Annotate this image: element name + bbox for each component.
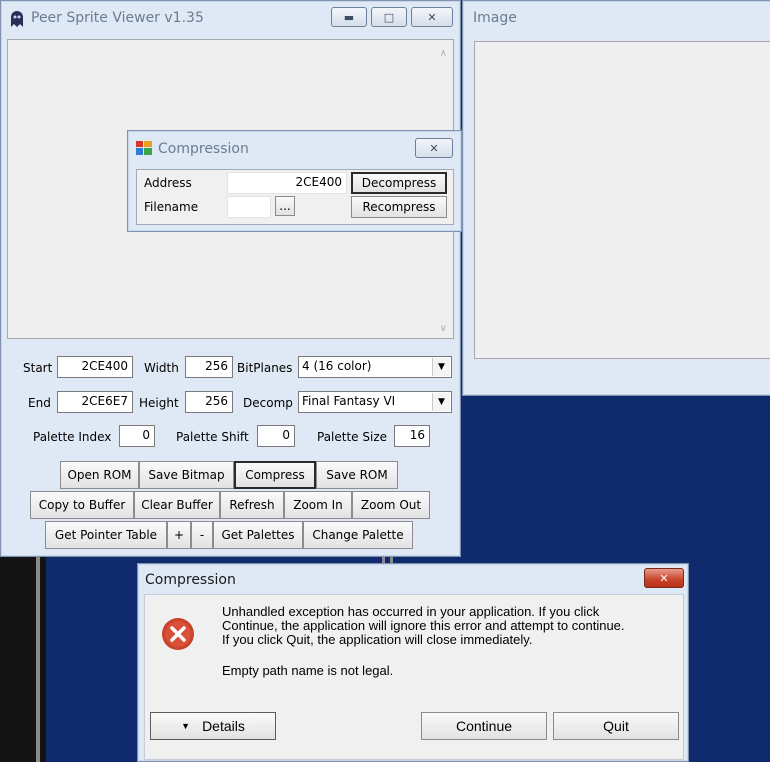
bitplanes-select[interactable]: 4 (16 color) ▼ [298, 356, 452, 378]
palette-size-label: Palette Size [317, 430, 388, 444]
viewer-title: Peer Sprite Viewer v1.35 [31, 10, 204, 26]
filename-label: Filename [144, 200, 199, 214]
compression-client: Address 2CE400 Filename ... Decompress R… [136, 169, 454, 225]
filename-input[interactable] [227, 196, 271, 218]
compression-title: Compression [158, 141, 249, 157]
chevron-down-icon[interactable]: ▼ [432, 393, 450, 411]
recompress-button[interactable]: Recompress [351, 196, 447, 218]
end-label: End [28, 396, 51, 410]
close-icon[interactable]: ✕ [411, 7, 453, 27]
error-x-icon [161, 617, 195, 654]
decomp-value: Final Fantasy VI [302, 394, 396, 408]
scroll-down-icon[interactable]: ∨ [440, 323, 447, 334]
compression-window[interactable]: Compression ✕ Address 2CE400 Filename ..… [127, 130, 462, 232]
save-bitmap-button[interactable]: Save Bitmap [139, 461, 234, 489]
palette-shift-label: Palette Shift [176, 430, 249, 444]
desktop-divider [36, 556, 40, 762]
address-label: Address [144, 176, 192, 190]
error-detail: Empty path name is not legal. [222, 663, 394, 678]
image-canvas [474, 41, 770, 359]
decomp-label: Decomp [243, 396, 293, 410]
details-label: Details [202, 718, 245, 734]
compression-titlebar[interactable]: Compression ✕ [128, 131, 461, 165]
address-input[interactable]: 2CE400 [227, 172, 347, 194]
copy-to-buffer-button[interactable]: Copy to Buffer [30, 491, 134, 519]
refresh-button[interactable]: Refresh [220, 491, 284, 519]
start-input[interactable]: 2CE400 [57, 356, 133, 378]
error-dialog[interactable]: Compression ✕ Unhandled exception has oc… [137, 563, 689, 762]
width-input[interactable]: 256 [185, 356, 233, 378]
height-label: Height [139, 396, 179, 410]
maximize-icon[interactable]: □ [371, 7, 407, 27]
zoom-out-button[interactable]: Zoom Out [352, 491, 430, 519]
window-icon [136, 141, 152, 159]
compress-button[interactable]: Compress [234, 461, 316, 489]
close-icon[interactable]: ✕ [415, 138, 453, 158]
decompress-button[interactable]: Decompress [351, 172, 447, 194]
width-label: Width [144, 361, 179, 375]
plus-button[interactable]: + [167, 521, 191, 549]
minus-button[interactable]: - [191, 521, 213, 549]
bitplanes-value: 4 (16 color) [302, 359, 372, 373]
error-message-line: Continue, the application will ignore th… [222, 618, 625, 633]
ghost-icon [8, 10, 26, 32]
error-message-line: Unhandled exception has occurred in your… [222, 604, 600, 619]
change-palette-button[interactable]: Change Palette [303, 521, 413, 549]
image-window-titlebar[interactable]: Image [463, 1, 770, 35]
start-label: Start [23, 361, 53, 375]
image-window-title: Image [473, 10, 517, 26]
save-rom-button[interactable]: Save ROM [316, 461, 398, 489]
error-message: Unhandled exception has occurred in your… [222, 605, 625, 678]
continue-button[interactable]: Continue [421, 712, 547, 740]
get-palettes-button[interactable]: Get Palettes [213, 521, 303, 549]
viewer-window[interactable]: Peer Sprite Viewer v1.35 ▬ □ ✕ ∧ ∨ Start… [0, 0, 461, 557]
open-rom-button[interactable]: Open ROM [60, 461, 139, 489]
chevron-down-icon: ▼ [181, 721, 191, 731]
close-icon[interactable]: ✕ [644, 568, 684, 588]
viewer-titlebar[interactable]: Peer Sprite Viewer v1.35 ▬ □ ✕ [1, 1, 460, 35]
bitplanes-label: BitPlanes [237, 361, 293, 375]
error-client: Unhandled exception has occurred in your… [144, 594, 684, 760]
zoom-in-button[interactable]: Zoom In [284, 491, 352, 519]
image-window[interactable]: Image [462, 0, 770, 396]
error-titlebar[interactable]: Compression ✕ [138, 564, 688, 594]
quit-button[interactable]: Quit [553, 712, 679, 740]
palette-size-input[interactable]: 16 [394, 425, 430, 447]
palette-index-label: Palette Index [33, 430, 112, 444]
palette-shift-input[interactable]: 0 [257, 425, 295, 447]
error-message-line: If you click Quit, the application will … [222, 632, 533, 647]
clear-buffer-button[interactable]: Clear Buffer [134, 491, 220, 519]
decomp-select[interactable]: Final Fantasy VI ▼ [298, 391, 452, 413]
minimize-icon[interactable]: ▬ [331, 7, 367, 27]
get-pointer-table-button[interactable]: Get Pointer Table [45, 521, 167, 549]
browse-button[interactable]: ... [275, 196, 295, 216]
chevron-down-icon[interactable]: ▼ [432, 358, 450, 376]
scroll-up-icon[interactable]: ∧ [440, 48, 447, 59]
details-button[interactable]: ▼ Details [150, 712, 276, 740]
height-input[interactable]: 256 [185, 391, 233, 413]
error-title: Compression [145, 572, 236, 588]
end-input[interactable]: 2CE6E7 [57, 391, 133, 413]
palette-index-input[interactable]: 0 [119, 425, 155, 447]
